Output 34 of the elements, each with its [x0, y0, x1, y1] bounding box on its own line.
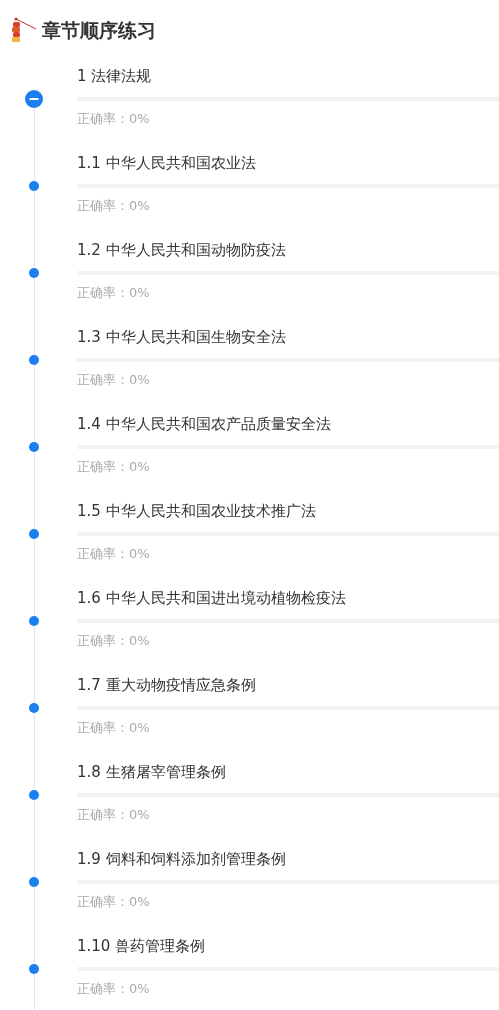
accuracy-text: 正确率：0%: [77, 806, 150, 824]
accuracy-text: 正确率：0%: [77, 980, 150, 998]
accuracy-text: 正确率：0%: [77, 197, 150, 215]
chapter-title[interactable]: 1 法律法规: [77, 64, 152, 88]
timeline-dot: [29, 268, 39, 278]
section-title[interactable]: 1.2 中华人民共和国动物防疫法: [77, 238, 286, 262]
collapse-icon[interactable]: [25, 90, 43, 108]
timeline-dot: [29, 355, 39, 365]
accuracy-text: 正确率：0%: [77, 371, 150, 389]
section-title[interactable]: 1.8 生猪屠宰管理条例: [77, 760, 226, 784]
section-title[interactable]: 1.5 中华人民共和国农业技术推广法: [77, 499, 316, 523]
accuracy-text: 正确率：0%: [77, 719, 150, 737]
section-title[interactable]: 1.4 中华人民共和国农产品质量安全法: [77, 412, 331, 436]
accuracy-text: 正确率：0%: [77, 893, 150, 911]
timeline-dot: [29, 877, 39, 887]
accuracy-text: 正确率：0%: [77, 284, 150, 302]
page-title: 章节顺序练习: [42, 18, 156, 43]
section-title[interactable]: 1.9 饲料和饲料添加剂管理条例: [77, 847, 286, 871]
accuracy-text: 正确率：0%: [77, 458, 150, 476]
section-title[interactable]: 1.10 兽药管理条例: [77, 934, 206, 958]
timeline-dot: [29, 442, 39, 452]
accuracy-text: 正确率：0%: [77, 632, 150, 650]
timeline-dot: [29, 181, 39, 191]
accuracy-text: 正确率：0%: [77, 545, 150, 563]
accuracy-text: 正确率：0%: [77, 110, 150, 128]
section-title[interactable]: 1.7 重大动物疫情应急条例: [77, 673, 256, 697]
timeline-dot: [29, 529, 39, 539]
timeline-dot: [29, 790, 39, 800]
section-title[interactable]: 1.6 中华人民共和国进出境动植物检疫法: [77, 586, 346, 610]
timeline-dot: [29, 703, 39, 713]
timeline-dot: [29, 616, 39, 626]
section-title[interactable]: 1.1 中华人民共和国农业法: [77, 151, 256, 175]
timeline-dot: [29, 964, 39, 974]
section-title[interactable]: 1.3 中华人民共和国生物安全法: [77, 325, 286, 349]
